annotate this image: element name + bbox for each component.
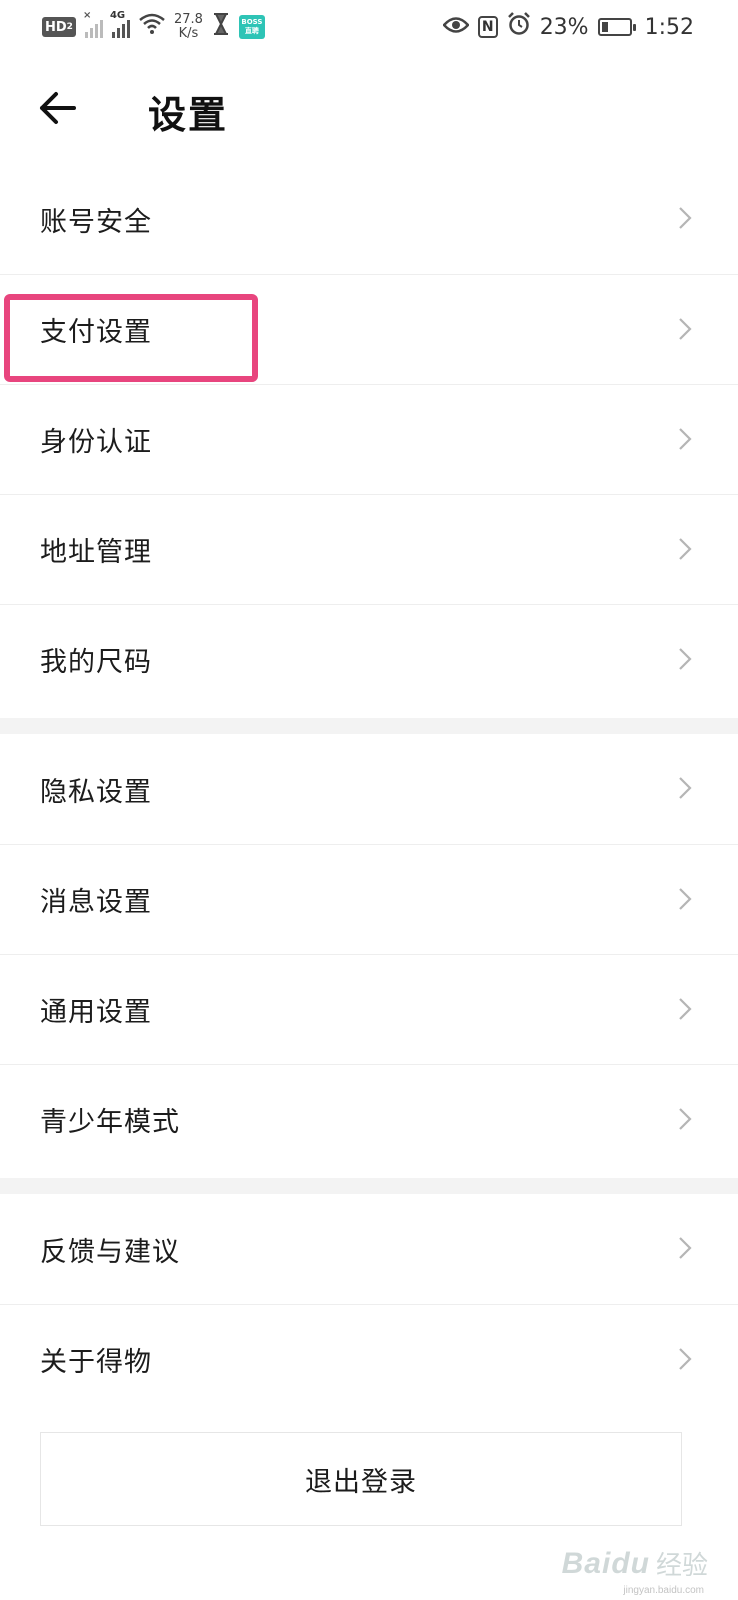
chevron-right-icon xyxy=(679,888,692,910)
status-bar-right: N 23% 1:52 xyxy=(441,12,738,42)
chevron-right-icon xyxy=(679,1348,692,1370)
menu-item-payment-settings[interactable]: 支付设置 xyxy=(0,274,738,384)
back-button[interactable] xyxy=(36,86,80,130)
speed-value: 27.8 xyxy=(173,12,203,27)
battery-percent: 23% xyxy=(539,14,589,40)
status-bar-left: HD 2 × 4G 27.8 K/s BOSS 直聘 xyxy=(0,10,265,41)
settings-group-general: 隐私设置 消息设置 通用设置 青少年模式 xyxy=(0,734,738,1174)
boss-bottom: 直聘 xyxy=(244,27,259,35)
menu-item-label: 反馈与建议 xyxy=(40,1236,180,1268)
menu-item-label: 消息设置 xyxy=(40,887,152,918)
menu-item-label: 支付设置 xyxy=(40,317,152,348)
menu-item-label: 账号安全 xyxy=(40,206,152,238)
section-divider xyxy=(0,1178,738,1194)
chevron-right-icon xyxy=(679,1237,692,1259)
nfc-icon: N xyxy=(477,16,498,38)
menu-item-teen-mode[interactable]: 青少年模式 xyxy=(0,1064,738,1174)
clock: 1:52 xyxy=(644,14,694,40)
wifi-icon xyxy=(139,13,165,41)
boss-top: BOSS xyxy=(241,18,263,26)
menu-item-label: 我的尺码 xyxy=(40,647,152,678)
settings-group-account: 账号安全 支付设置 身份认证 地址管理 我的尺码 xyxy=(0,164,738,714)
settings-group-about: 反馈与建议 关于得物 xyxy=(0,1194,738,1414)
watermark-logo: Baidu xyxy=(561,1546,650,1580)
alarm-icon xyxy=(507,12,531,42)
chevron-right-icon xyxy=(679,777,692,799)
hd-voice-icon: HD 2 xyxy=(42,17,76,37)
menu-item-label: 通用设置 xyxy=(40,997,152,1028)
menu-item-general-settings[interactable]: 通用设置 xyxy=(0,954,738,1064)
hd-label: HD xyxy=(45,19,67,35)
boss-app-icon: BOSS 直聘 xyxy=(238,15,265,39)
battery-icon xyxy=(597,18,636,36)
chevron-right-icon xyxy=(679,318,692,340)
menu-item-label: 身份认证 xyxy=(40,427,152,458)
network-speed: 27.8 K/s xyxy=(174,13,203,41)
chevron-right-icon xyxy=(679,648,692,670)
menu-item-message-settings[interactable]: 消息设置 xyxy=(0,844,738,954)
menu-item-label: 青少年模式 xyxy=(40,1107,180,1138)
menu-item-address-management[interactable]: 地址管理 xyxy=(0,494,738,604)
hd-sub: 2 xyxy=(66,22,73,32)
logout-button[interactable]: 退出登录 xyxy=(40,1432,682,1526)
menu-item-account-security[interactable]: 账号安全 xyxy=(0,164,738,274)
back-arrow-icon xyxy=(40,92,76,124)
nfc-label: N xyxy=(481,19,494,35)
network-type-label: 4G xyxy=(109,10,126,21)
watermark-url: jingyan.baidu.com xyxy=(623,1585,704,1596)
hourglass-icon xyxy=(212,13,230,41)
chevron-right-icon xyxy=(679,207,692,229)
signal-sim1-icon: × xyxy=(83,10,103,38)
chevron-right-icon xyxy=(679,998,692,1020)
status-bar: HD 2 × 4G 27.8 K/s BOSS 直聘 N 23% 1:52 xyxy=(0,0,738,54)
baidu-jingyan-watermark: Baidu 经验 xyxy=(562,1545,708,1582)
watermark-suffix: 经验 xyxy=(655,1550,708,1580)
signal-sim2-icon: 4G xyxy=(110,10,130,38)
header: 设置 xyxy=(0,64,738,156)
section-divider xyxy=(0,718,738,734)
menu-item-label: 隐私设置 xyxy=(40,776,152,808)
chevron-right-icon xyxy=(679,538,692,560)
menu-item-feedback[interactable]: 反馈与建议 xyxy=(0,1194,738,1304)
menu-item-privacy-settings[interactable]: 隐私设置 xyxy=(0,734,738,844)
speed-unit: K/s xyxy=(178,26,199,41)
chevron-right-icon xyxy=(679,1108,692,1130)
chevron-right-icon xyxy=(679,428,692,450)
menu-item-my-size[interactable]: 我的尺码 xyxy=(0,604,738,714)
menu-item-about[interactable]: 关于得物 xyxy=(0,1304,738,1414)
menu-item-label: 关于得物 xyxy=(40,1347,152,1378)
page-title: 设置 xyxy=(148,93,229,137)
menu-item-identity-verification[interactable]: 身份认证 xyxy=(0,384,738,494)
eye-icon xyxy=(441,15,470,40)
menu-item-label: 地址管理 xyxy=(40,537,152,568)
